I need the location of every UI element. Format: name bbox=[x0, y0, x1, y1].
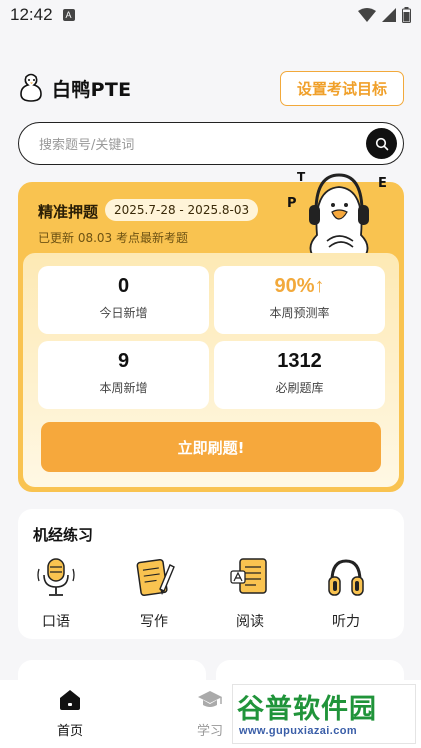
stat-value: 0 bbox=[117, 275, 130, 297]
stat-question-bank: 1312 必刷题库 bbox=[214, 341, 385, 409]
start-practice-button[interactable]: 立即刷题! bbox=[41, 422, 381, 472]
notebook-pencil-icon bbox=[136, 558, 175, 597]
battery-icon bbox=[402, 7, 411, 23]
stat-weekly-prediction-rate: 90%↑ 本周预测率 bbox=[214, 266, 385, 334]
search-icon bbox=[375, 137, 388, 150]
practice-label: 写作 bbox=[140, 614, 168, 630]
practice-label: 听力 bbox=[332, 614, 360, 630]
date-range-badge: 2025.7-28 - 2025.8-03 bbox=[105, 199, 259, 221]
graduation-cap-icon bbox=[198, 691, 222, 707]
prediction-title: 精准押题 bbox=[38, 203, 99, 221]
watermark-url: www.gupuxiazai.com bbox=[239, 725, 358, 737]
practice-speaking[interactable]: 口语 bbox=[26, 555, 86, 631]
practice-section: 机经练习 口语 写作 阅读 听力 bbox=[18, 509, 404, 639]
microphone-icon bbox=[37, 558, 75, 596]
home-icon bbox=[60, 690, 80, 710]
practice-writing[interactable]: 写作 bbox=[124, 555, 184, 631]
search-button[interactable] bbox=[366, 128, 397, 159]
status-time: 12:42 bbox=[10, 5, 53, 24]
wifi-icon bbox=[358, 8, 376, 22]
app-header: 白鸭PTE 设置考试目标 bbox=[18, 68, 404, 108]
stat-value: 1312 bbox=[277, 350, 322, 372]
stat-label: 今日新增 bbox=[99, 306, 148, 320]
nav-home[interactable]: 首页 bbox=[35, 688, 105, 739]
stat-label: 必刷题库 bbox=[275, 381, 324, 395]
practice-title: 机经练习 bbox=[33, 526, 94, 544]
stat-label: 本周预测率 bbox=[269, 306, 330, 320]
duck-logo-icon bbox=[20, 73, 42, 102]
notification-icon: A bbox=[62, 9, 75, 21]
prediction-card: 精准押题 2025.7-28 - 2025.8-03 已更新 08.03 考点最… bbox=[18, 170, 404, 492]
practice-label: 口语 bbox=[42, 614, 70, 630]
stat-today-new: 0 今日新增 bbox=[38, 266, 209, 334]
practice-listening[interactable]: 听力 bbox=[316, 555, 376, 631]
status-indicators bbox=[358, 7, 411, 23]
search-bar[interactable]: 搜索题号/关键词 bbox=[18, 122, 404, 165]
watermark-title: 谷普软件园 bbox=[237, 694, 377, 725]
app-title: 白鸭PTE bbox=[52, 78, 132, 101]
watermark: 谷普软件园 www.gupuxiazai.com bbox=[232, 684, 416, 744]
practice-reading[interactable]: 阅读 bbox=[220, 555, 280, 631]
duck-letter-e: E bbox=[378, 176, 387, 191]
stat-label: 本周新增 bbox=[99, 381, 148, 395]
stats-panel: 0 今日新增 90%↑ 本周预测率 9 本周新增 1312 必刷题库 立即刷题! bbox=[23, 253, 399, 487]
search-input[interactable]: 搜索题号/关键词 bbox=[39, 134, 134, 153]
signal-icon bbox=[382, 8, 396, 22]
stat-weekly-new: 9 本周新增 bbox=[38, 341, 209, 409]
status-bar: 12:42 A bbox=[0, 0, 421, 30]
headphones-icon bbox=[328, 559, 364, 596]
duck-letter-p: P bbox=[287, 196, 297, 211]
updated-text: 已更新 08.03 考点最新考题 bbox=[38, 231, 188, 245]
document-icon bbox=[230, 558, 267, 594]
stat-value: 90%↑ bbox=[274, 275, 325, 297]
set-exam-goal-button[interactable]: 设置考试目标 bbox=[280, 70, 404, 106]
nav-label: 首页 bbox=[56, 724, 83, 739]
duck-letter-t: T bbox=[297, 170, 306, 184]
practice-label: 阅读 bbox=[236, 614, 264, 630]
duck-mascot-icon: T P E bbox=[287, 170, 387, 259]
stat-value: 9 bbox=[117, 350, 130, 372]
